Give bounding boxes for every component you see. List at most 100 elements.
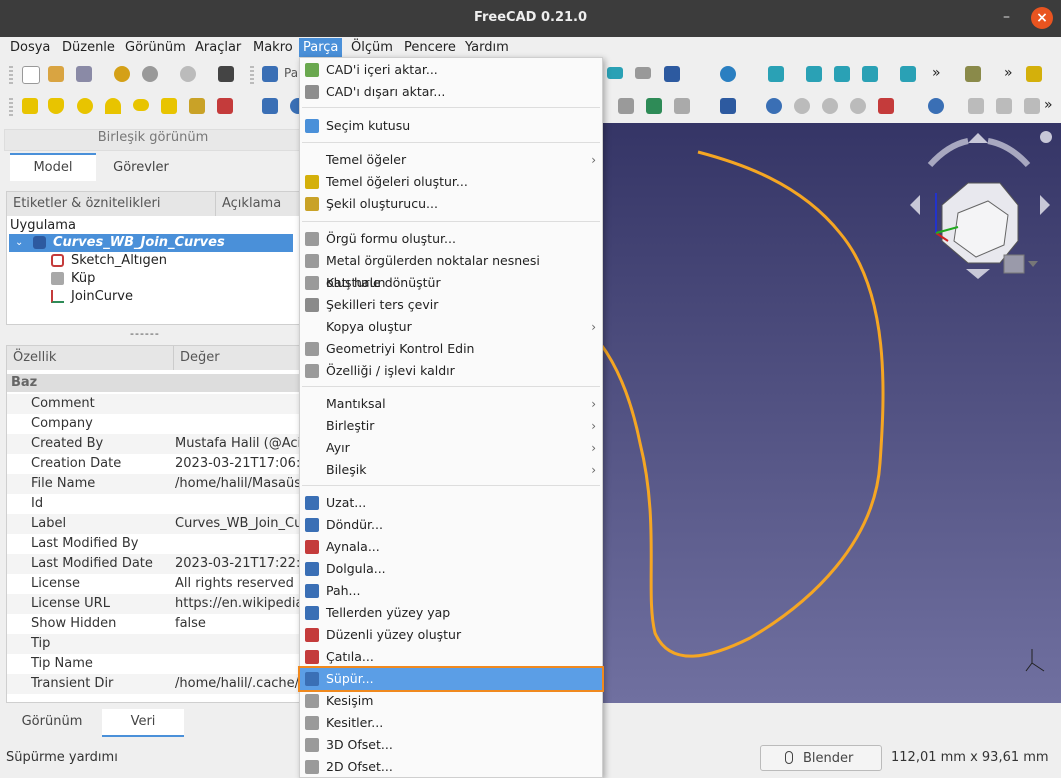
toolbar-grip[interactable] [250, 66, 254, 84]
property-row[interactable]: License URL https://en.wikipedia.o [7, 594, 301, 614]
split-icon[interactable] [928, 98, 944, 114]
3d-view[interactable] [600, 123, 1061, 703]
zoom-icon[interactable] [720, 66, 736, 82]
cube-icon[interactable] [22, 98, 38, 114]
section-icon[interactable] [646, 98, 662, 114]
extrude-icon[interactable] [262, 98, 278, 114]
menu-item[interactable]: Tellerden yüzey yap [300, 602, 602, 624]
save-icon[interactable] [76, 66, 92, 82]
compound-icon[interactable] [720, 98, 736, 114]
view-top-icon[interactable] [834, 66, 850, 82]
menu-item[interactable]: Mantıksal › [300, 393, 602, 415]
menu-item[interactable]: Katı hale dönüştür [300, 272, 602, 294]
open-folder-icon[interactable] [48, 66, 64, 82]
fuse-icon[interactable] [822, 98, 838, 114]
property-value[interactable]: false [175, 614, 301, 634]
property-row[interactable]: Company [7, 414, 301, 434]
macro-icon[interactable] [965, 66, 981, 82]
property-value[interactable]: Curves_WB_Join_Curv [175, 514, 301, 534]
view-front-icon[interactable] [806, 66, 822, 82]
common-icon[interactable] [850, 98, 866, 114]
menu-yardim[interactable]: Yardım [465, 40, 509, 55]
property-row[interactable]: File Name/home/halil/Masaüstü/ [7, 474, 301, 494]
property-row[interactable]: Created By Mustafa Halil (@Acikl [7, 434, 301, 454]
menu-item[interactable]: Kesişim [300, 690, 602, 712]
part-icon[interactable] [1026, 66, 1042, 82]
navigation-icon[interactable] [664, 66, 680, 82]
shape-builder-icon[interactable] [217, 98, 233, 114]
menu-item[interactable]: CAD'ı dışarı aktar... [300, 81, 602, 103]
menu-item[interactable]: Aynala... [300, 536, 602, 558]
menu-araclar[interactable]: Araçlar [195, 40, 241, 55]
cross-section-icon[interactable] [674, 98, 690, 114]
back-arrow-icon[interactable] [607, 67, 623, 79]
property-row[interactable]: Label Curves_WB_Join_Curv [7, 514, 301, 534]
panel-splitter[interactable]: ------ [130, 327, 160, 340]
forward-arrow-icon[interactable] [635, 67, 651, 79]
menu-duzenle[interactable]: Düzenle [62, 40, 115, 55]
menu-item[interactable]: Bileşik › [300, 459, 602, 481]
undo-icon[interactable] [114, 66, 130, 82]
toolbar-grip[interactable] [9, 98, 13, 116]
menu-item[interactable]: Seçim kutusu [300, 115, 602, 137]
menu-item[interactable]: Şekil oluşturucu... [300, 193, 602, 215]
property-value[interactable]: 2023-03-21T17:22:30 [175, 554, 301, 574]
projection-icon[interactable] [1024, 98, 1040, 114]
cut-icon[interactable] [794, 98, 810, 114]
property-row[interactable]: Last Modified Date 2023-03-21T17:22:30 [7, 554, 301, 574]
tab-view[interactable]: Görünüm [4, 709, 100, 735]
menu-item[interactable]: Çatıla... [300, 646, 602, 668]
redo-icon[interactable] [142, 66, 158, 82]
menu-item[interactable]: Birleştir › [300, 415, 602, 437]
join-icon[interactable] [878, 98, 894, 114]
property-value[interactable]: /home/halil/Masaüstü/ [175, 474, 301, 494]
cylinder-icon[interactable] [48, 98, 64, 114]
property-value[interactable]: 2023-03-21T17:06:49 [175, 454, 301, 474]
menu-item[interactable]: Kopya oluştur › [300, 316, 602, 338]
offset-icon[interactable] [968, 98, 984, 114]
thickness-icon[interactable] [996, 98, 1012, 114]
menu-item[interactable]: Süpür... [298, 666, 604, 692]
view-right-icon[interactable] [862, 66, 878, 82]
new-document-icon[interactable] [22, 66, 40, 84]
menu-item[interactable]: Kesitler... [300, 712, 602, 734]
property-row[interactable]: Tip Name [7, 654, 301, 674]
loft-icon[interactable] [618, 98, 634, 114]
property-value[interactable]: All rights reserved [175, 574, 301, 594]
workbench-part-icon[interactable] [262, 66, 278, 82]
tree-header-labels[interactable]: Etiketler & öznitelikleri [7, 192, 219, 216]
prop-group-base[interactable]: Baz [7, 374, 301, 392]
boolean-icon[interactable] [766, 98, 782, 114]
menu-item[interactable]: Temel öğeler › [300, 149, 602, 171]
tube-icon[interactable] [161, 98, 177, 114]
menu-item[interactable]: Temel öğeleri oluştur... [300, 171, 602, 193]
menu-item[interactable]: Şekilleri ters çevir [300, 294, 602, 316]
menu-item[interactable]: Dolgula... [300, 558, 602, 580]
tab-tasks[interactable]: Görevler [96, 155, 186, 181]
menu-item[interactable]: 2D Ofset... [300, 756, 602, 778]
property-value[interactable]: /home/halil/.cache/Fr [175, 674, 301, 694]
menu-item[interactable]: Metal örgülerden noktalar nesnesi oluştu… [300, 250, 602, 290]
menu-item[interactable]: Döndür... [300, 514, 602, 536]
property-row[interactable]: Last Modified By [7, 534, 301, 554]
property-row[interactable]: Creation Date 2023-03-21T17:06:49 [7, 454, 301, 474]
cone-icon[interactable] [105, 98, 121, 114]
property-row[interactable]: Id [7, 494, 301, 514]
menu-item[interactable]: Pah... [300, 580, 602, 602]
tree-header-description[interactable]: Açıklama [215, 192, 308, 216]
whats-this-icon[interactable] [218, 66, 234, 82]
view-isometric-icon[interactable] [768, 66, 784, 82]
property-row[interactable]: Tip [7, 634, 301, 654]
prop-header-property[interactable]: Özellik [7, 346, 173, 370]
prop-header-value[interactable]: Değer [173, 346, 301, 370]
menu-gorunum[interactable]: Görünüm [125, 40, 186, 55]
more-tools-3[interactable]: » [1044, 97, 1053, 113]
menu-item[interactable]: Geometriyi Kontrol Edin [300, 338, 602, 360]
menu-pencere[interactable]: Pencere [404, 40, 456, 55]
refresh-icon[interactable] [180, 66, 196, 82]
menu-item[interactable]: Örgü formu oluştur... [300, 228, 602, 250]
menu-item[interactable]: Düzenli yüzey oluştur [300, 624, 602, 646]
menu-parca[interactable]: Parça [299, 38, 343, 58]
tab-data[interactable]: Veri [102, 709, 184, 737]
minimize-button[interactable]: – [1003, 9, 1010, 25]
